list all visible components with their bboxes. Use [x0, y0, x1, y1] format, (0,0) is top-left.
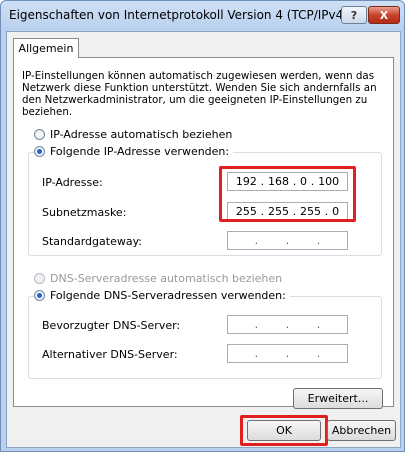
dialog-client-area: Allgemein IP-Einstellungen können automa…	[6, 31, 401, 448]
ip-octet-4: 100	[318, 175, 340, 188]
ip-auto-label: IP-Adresse automatisch beziehen	[50, 128, 233, 141]
dns-manual-label: Folgende DNS-Serveradressen verwenden:	[50, 289, 286, 302]
alternate-dns-label: Alternativer DNS-Server:	[42, 348, 178, 361]
ip-octet-2: 168	[267, 175, 289, 188]
dns-auto-radio[interactable]	[34, 273, 45, 284]
dns-manual-option[interactable]: Folgende DNS-Serveradressen verwenden:	[34, 289, 290, 302]
advanced-button[interactable]: Erweitert...	[293, 388, 383, 409]
subnet-octet-3: 255	[300, 205, 322, 218]
subnet-mask-label: Subnetzmaske:	[42, 206, 127, 219]
description-text: IP-Einstellungen können automatisch zuge…	[22, 70, 377, 118]
ip-auto-option[interactable]: IP-Adresse automatisch beziehen	[34, 128, 232, 141]
ip-manual-option[interactable]: Folgende IP-Adresse verwenden:	[34, 145, 234, 158]
ip-address-input[interactable]: 192. 168. 0. 100	[227, 172, 348, 191]
preferred-dns-label: Bevorzugter DNS-Server:	[42, 319, 181, 332]
tab-allgemein[interactable]: Allgemein	[13, 38, 79, 58]
help-button[interactable]: ?	[341, 6, 367, 24]
close-button[interactable]: X	[368, 6, 400, 24]
preferred-dns-input[interactable]: . . .	[227, 315, 348, 334]
dns-group	[28, 296, 382, 379]
ok-button[interactable]: OK	[247, 420, 321, 441]
ip-octet-3: 0	[300, 175, 308, 188]
subnet-octet-1: 255	[235, 205, 257, 218]
ip-manual-label: Folgende IP-Adresse verwenden:	[50, 145, 230, 158]
ip-octet-1: 192	[235, 175, 257, 188]
subnet-mask-input[interactable]: 255. 255. 255. 0	[227, 202, 348, 221]
subnet-octet-4: 0	[332, 205, 340, 218]
tab-panel: IP-Einstellungen können automatisch zuge…	[13, 57, 394, 409]
subnet-octet-2: 255	[267, 205, 289, 218]
alternate-dns-input[interactable]: . . .	[227, 344, 348, 363]
ip-manual-radio[interactable]	[34, 146, 45, 157]
cancel-button[interactable]: Abbrechen	[327, 420, 396, 441]
ip-auto-radio[interactable]	[34, 129, 45, 140]
default-gateway-input[interactable]: . . .	[227, 231, 348, 250]
dns-manual-radio[interactable]	[34, 290, 45, 301]
dialog-window: Eigenschaften von Internetprotokoll Vers…	[0, 0, 405, 452]
dns-auto-option[interactable]: DNS-Serveradresse automatisch beziehen	[34, 272, 282, 285]
dns-auto-label: DNS-Serveradresse automatisch beziehen	[50, 272, 283, 285]
ip-address-label: IP-Adresse:	[42, 176, 103, 189]
window-title: Eigenschaften von Internetprotokoll Vers…	[9, 8, 348, 22]
default-gateway-label: Standardgateway:	[42, 235, 142, 248]
